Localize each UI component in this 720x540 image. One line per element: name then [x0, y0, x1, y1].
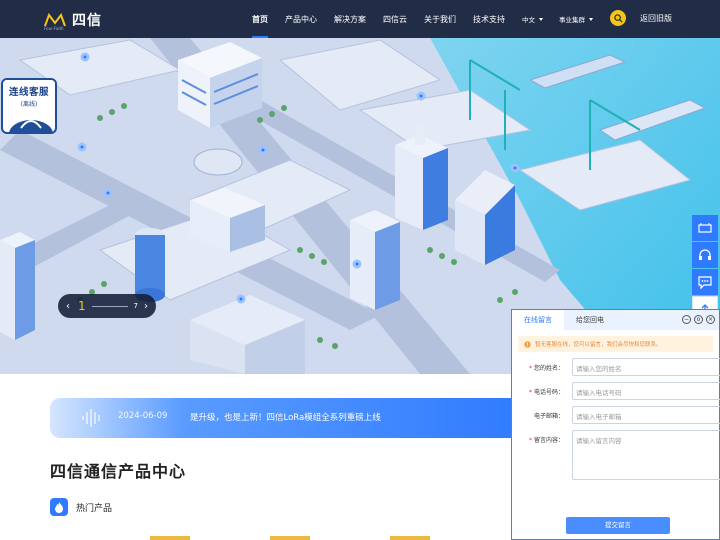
news-date: 2024-06-09 — [118, 411, 168, 421]
name-label-text: 您的姓名 — [533, 365, 558, 372]
flame-icon — [50, 498, 68, 516]
business-group-label: 事业集群 — [559, 16, 585, 24]
hotline-button[interactable] — [692, 242, 718, 268]
online-service-badge[interactable]: 连线客服 (离线) — [1, 78, 57, 134]
message-tabs: 在线留言 给您回电 − o × — [512, 310, 719, 330]
pager-total: 7 — [133, 302, 138, 310]
news-ticker[interactable]: 2024-06-09 是升级，也是上新！四信LoRa模组全系列重磅上线 — [50, 398, 525, 438]
hot-products-header[interactable]: 热门产品 — [50, 498, 112, 516]
settings-icon[interactable]: o — [694, 315, 703, 324]
email-label: 电子邮箱： — [533, 413, 564, 420]
language-label: 中文 — [522, 16, 535, 24]
phone-input[interactable]: 请输入电话号码 — [572, 382, 720, 400]
top-navbar: 四信 Four-Faith 首页 产品中心 解决方案 四信云 关于我们 技术支持… — [0, 0, 720, 38]
chevron-down-icon — [589, 17, 593, 21]
name-label: * 您的姓名： — [529, 365, 564, 372]
message-textarea[interactable]: 请输入留言内容 — [572, 430, 720, 480]
message-label: * 留言内容： — [529, 437, 564, 444]
headset-icon — [699, 249, 711, 260]
name-input[interactable]: 请输入您的姓名 — [572, 358, 720, 376]
next-arrow-icon[interactable]: › — [144, 301, 148, 312]
panel-controls: − o × — [679, 315, 715, 324]
nav-item-solutions[interactable]: 解决方案 — [334, 14, 366, 25]
main-nav: 首页 产品中心 解决方案 四信云 关于我们 技术支持 中文 事业集群 — [252, 0, 593, 38]
tab-call-back[interactable]: 给您回电 — [564, 310, 616, 330]
product-card-strip — [270, 536, 310, 540]
news-headline[interactable]: 是升级，也是上新！四信LoRa模组全系列重磅上线 — [190, 411, 381, 423]
email-label-text: 电子邮箱 — [533, 413, 558, 420]
pager-line — [91, 305, 128, 307]
product-card-strip — [390, 536, 430, 540]
nav-item-products[interactable]: 产品中心 — [285, 14, 317, 25]
business-group-select[interactable]: 事业集群 — [559, 14, 593, 24]
phone-field: * 电话号码： 请输入电话号码 — [518, 382, 720, 400]
cart-button[interactable] — [692, 215, 718, 241]
old-site-link[interactable]: 返回旧版 — [640, 13, 672, 24]
chat-icon — [698, 275, 712, 289]
product-card-strip — [150, 536, 190, 540]
language-select[interactable]: 中文 — [522, 14, 543, 24]
cart-icon — [698, 223, 712, 233]
search-button[interactable] — [610, 10, 626, 26]
service-title: 连线客服 — [3, 80, 55, 98]
message-field: * 留言内容： 请输入留言内容 — [518, 430, 720, 480]
page: 四信 Four-Faith 首页 产品中心 解决方案 四信云 关于我们 技术支持… — [0, 0, 720, 540]
logo-text: 四信 — [72, 13, 102, 29]
close-icon[interactable]: × — [706, 315, 715, 324]
email-field: 电子邮箱： 请输入电子邮箱 — [518, 406, 720, 424]
offline-notice: 暂无客服在线，您可以留言，我们会尽快和您联系。 — [518, 336, 713, 352]
hot-products-label: 热门产品 — [76, 503, 113, 514]
tab-leave-message[interactable]: 在线留言 — [512, 310, 564, 330]
submit-message-button[interactable]: 提交留言 — [566, 517, 670, 534]
logo-mark-icon — [44, 13, 66, 27]
nav-item-home[interactable]: 首页 — [252, 14, 268, 38]
search-icon — [613, 13, 623, 23]
notice-text: 暂无客服在线，您可以留言，我们会尽快和您联系。 — [535, 342, 662, 348]
phone-label: * 电话号码： — [529, 389, 564, 396]
nav-item-support[interactable]: 技术支持 — [473, 14, 505, 25]
phone-label-text: 电话号码 — [533, 389, 558, 396]
pager-current: 1 — [78, 299, 86, 313]
service-status: (离线) — [20, 101, 38, 108]
logo-subtitle: Four-Faith — [44, 26, 64, 31]
nav-item-about[interactable]: 关于我们 — [424, 14, 456, 25]
message-label-text: 留言内容 — [533, 437, 558, 444]
chat-button[interactable] — [692, 269, 718, 295]
logo[interactable]: 四信 Four-Faith — [44, 10, 114, 31]
chevron-down-icon — [539, 17, 543, 21]
minimize-icon[interactable]: − — [682, 315, 691, 324]
message-panel: 在线留言 给您回电 − o × 暂无客服在线，您可以留言，我们会尽快和您联系。 … — [511, 309, 720, 540]
slider-pager: ‹ 1 7 › — [58, 294, 156, 318]
side-toolbar — [692, 215, 718, 323]
prev-arrow-icon[interactable]: ‹ — [66, 301, 70, 312]
warning-icon — [524, 340, 531, 348]
name-field: * 您的姓名： 请输入您的姓名 — [518, 358, 720, 376]
email-input[interactable]: 请输入电子邮箱 — [572, 406, 720, 424]
nav-item-cloud[interactable]: 四信云 — [383, 14, 407, 25]
product-center-title: 四信通信产品中心 — [50, 462, 187, 481]
headset-icon — [9, 120, 53, 132]
sound-wave-icon — [82, 409, 100, 427]
